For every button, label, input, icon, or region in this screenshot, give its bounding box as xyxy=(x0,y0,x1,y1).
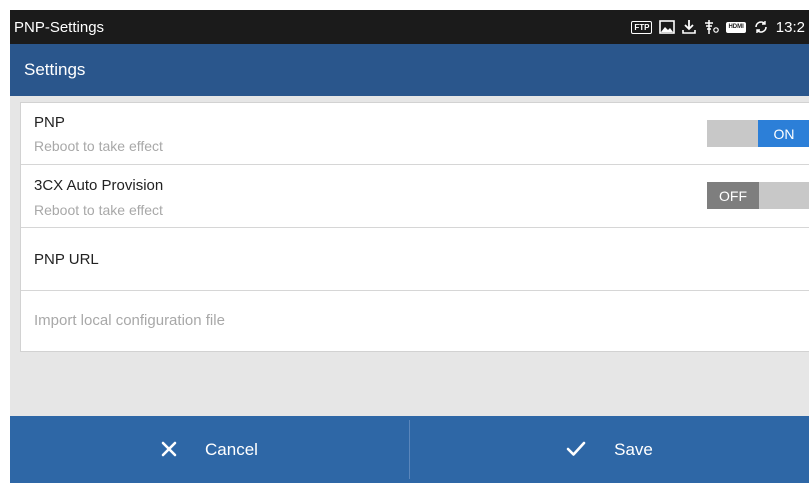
download-icon xyxy=(682,19,697,35)
setting-row-pnp-url[interactable]: PNP URL xyxy=(21,228,809,291)
setting-title: PNP URL xyxy=(34,251,99,268)
setting-row-pnp[interactable]: PNP Reboot to take effect ON xyxy=(21,103,809,165)
page-header: Settings xyxy=(10,44,809,96)
cancel-label: Cancel xyxy=(205,439,258,459)
ftp-icon: FTP xyxy=(631,20,653,34)
setting-subtitle: Reboot to take effect xyxy=(34,202,163,218)
setting-title: 3CX Auto Provision xyxy=(34,177,164,194)
sync-icon xyxy=(753,19,769,35)
save-label: Save xyxy=(614,439,653,459)
settings-content: PNP Reboot to take effect ON 3CX Auto Pr… xyxy=(10,96,809,416)
toggle-knob: OFF xyxy=(707,182,759,209)
setting-subtitle: Reboot to take effect xyxy=(34,138,163,154)
status-app-name: PNP-Settings xyxy=(14,18,105,36)
status-bar: PNP-Settings FTP HDMI 13:2 xyxy=(10,10,809,44)
settings-list: PNP Reboot to take effect ON 3CX Auto Pr… xyxy=(20,102,809,352)
usb-icon xyxy=(703,19,720,35)
status-time: 13:2 xyxy=(775,18,805,36)
hdmi-icon: HDMI xyxy=(726,21,746,33)
page-title: Settings xyxy=(24,60,86,79)
save-button[interactable]: Save xyxy=(410,416,809,483)
close-icon xyxy=(161,437,177,463)
setting-title: PNP xyxy=(34,114,65,131)
setting-row-import-config[interactable]: Import local configuration file xyxy=(21,291,809,352)
status-icons: FTP HDMI 13:2 xyxy=(631,19,805,36)
setting-title: Import local configuration file xyxy=(34,312,225,329)
picture-icon xyxy=(659,20,676,34)
toggle-knob: ON xyxy=(758,120,809,147)
pnp-toggle[interactable]: ON xyxy=(707,120,809,147)
action-bar: Cancel Save xyxy=(10,416,809,483)
setting-row-3cx-auto-provision[interactable]: 3CX Auto Provision Reboot to take effect… xyxy=(21,165,809,228)
check-icon xyxy=(566,437,586,463)
cancel-button[interactable]: Cancel xyxy=(10,416,409,483)
3cx-auto-provision-toggle[interactable]: OFF xyxy=(707,182,809,209)
